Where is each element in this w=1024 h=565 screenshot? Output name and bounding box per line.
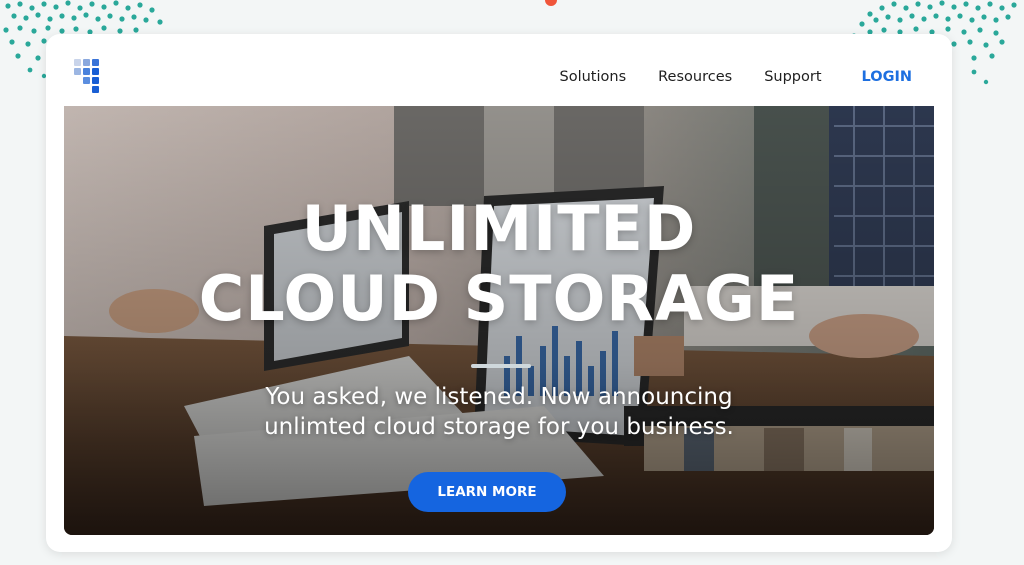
headline-line-1: UNLIMITED — [301, 192, 697, 265]
top-marker-dot — [545, 0, 557, 6]
learn-more-button[interactable]: LEARN MORE — [408, 472, 566, 512]
login-link[interactable]: LOGIN — [862, 69, 912, 85]
hero-subtitle-line-1: You asked, we listened. Now announcing — [265, 384, 733, 410]
nav-link-resources[interactable]: Resources — [658, 69, 732, 85]
hero-banner: UNLIMITED CLOUD STORAGE You asked, we li… — [64, 106, 934, 535]
nav-link-support[interactable]: Support — [764, 69, 821, 85]
nav-link-solutions[interactable]: Solutions — [560, 69, 627, 85]
hero-subtitle: You asked, we listened. Now announcing u… — [64, 382, 934, 442]
nav-links: Solutions Resources Support LOGIN — [560, 69, 913, 85]
top-navbar: Solutions Resources Support LOGIN — [64, 48, 934, 106]
headline-line-2: CLOUD STORAGE — [198, 262, 800, 335]
grid-logo-icon[interactable] — [74, 59, 110, 95]
headline-divider — [471, 364, 531, 368]
hero-subtitle-line-2: unlimted cloud storage for you business. — [264, 414, 734, 440]
hero-content: UNLIMITED CLOUD STORAGE You asked, we li… — [64, 106, 934, 535]
